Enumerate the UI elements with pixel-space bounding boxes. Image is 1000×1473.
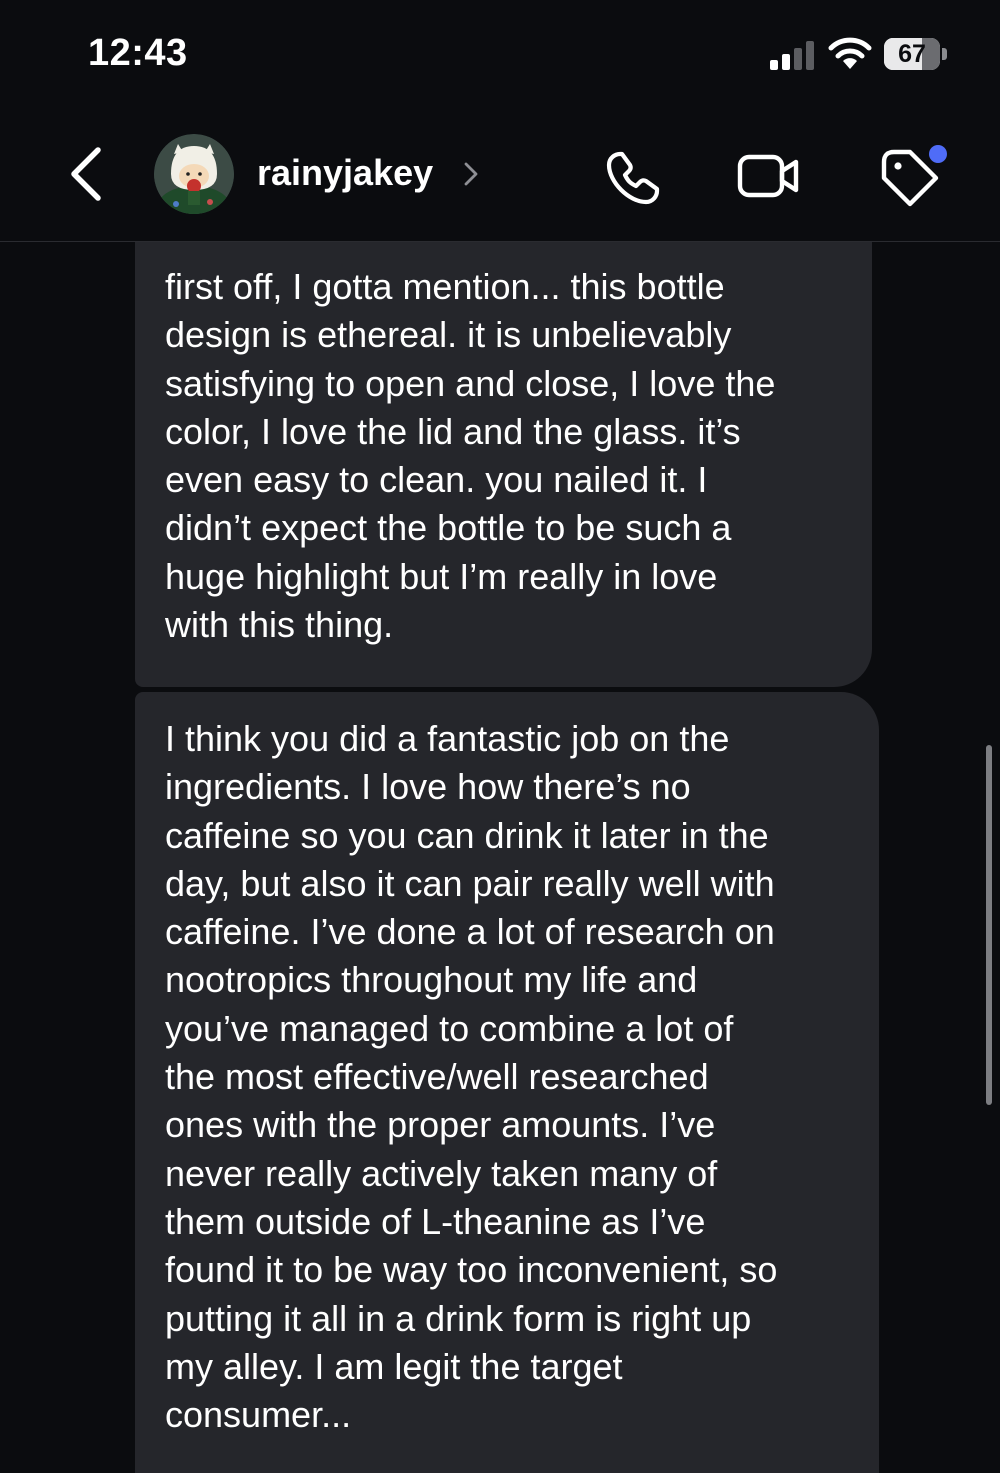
status-time: 12:43 [88, 32, 188, 74]
status-bar: 12:43 67 [0, 0, 1000, 110]
message-bubble-1[interactable]: first off, I gotta mention... this bottl… [135, 242, 872, 687]
wifi-icon [828, 37, 872, 69]
battery-body: 67 [884, 38, 940, 70]
conversation-header: rainyjakey [0, 110, 1000, 242]
message-list[interactable]: first off, I gotta mention... this bottl… [0, 242, 1000, 1473]
dm-conversation-screen: 12:43 67 rainyjakey first off, I gotta m… [0, 0, 1000, 1473]
phone-icon[interactable] [603, 148, 663, 208]
cellular-signal-icon [770, 41, 814, 70]
notification-badge [929, 145, 947, 163]
tag-icon[interactable] [876, 144, 950, 208]
battery-cap [942, 48, 947, 60]
back-chevron-icon[interactable] [60, 144, 110, 204]
message-bubble-2[interactable]: I think you did a fantastic job on the i… [135, 692, 879, 1473]
scroll-indicator[interactable] [986, 745, 992, 1105]
video-camera-icon[interactable] [737, 150, 801, 202]
contact-avatar[interactable] [154, 134, 234, 214]
battery-percent: 67 [898, 40, 926, 68]
battery-indicator: 67 [884, 38, 948, 70]
contact-name[interactable]: rainyjakey [257, 152, 433, 194]
chevron-right-icon[interactable] [462, 160, 480, 188]
